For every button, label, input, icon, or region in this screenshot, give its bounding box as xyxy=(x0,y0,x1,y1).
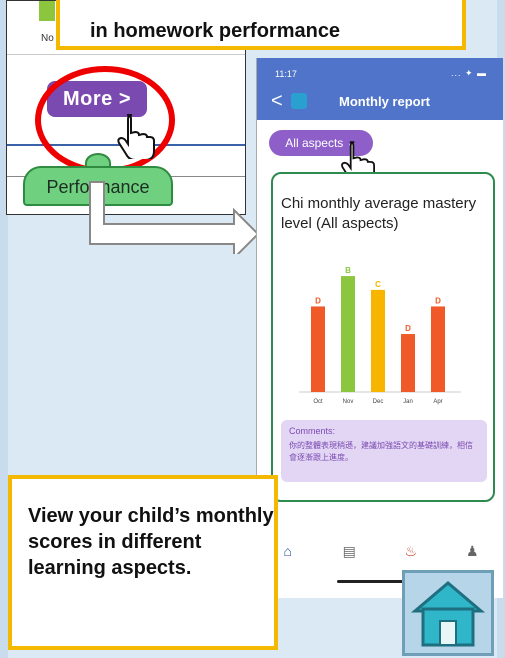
legend-swatch xyxy=(39,1,55,21)
list-icon[interactable]: ▤ xyxy=(334,543,364,560)
x-tick-oct: Oct xyxy=(313,399,323,405)
app-logo-icon xyxy=(291,93,307,109)
x-tick-jan: Jan xyxy=(403,399,413,405)
grade-label-dec: C xyxy=(375,280,381,289)
bar-apr xyxy=(431,306,445,392)
inset-label-fragment: No xyxy=(41,33,54,44)
bar-oct xyxy=(311,306,325,392)
page-title: Monthly report xyxy=(339,94,430,109)
bar-nov xyxy=(341,276,355,392)
bottom-caption: View your child’s monthly scores in diff… xyxy=(8,475,278,650)
comments-label: Comments: xyxy=(289,426,336,436)
x-tick-nov: Nov xyxy=(343,399,354,405)
x-tick-dec: Dec xyxy=(373,399,384,405)
report-card: Chi monthly average mastery level (All a… xyxy=(271,172,495,502)
bottom-nav: ⌂ ▤ ♨ ♟ xyxy=(257,536,503,566)
status-icons: ... ✦ ▬ xyxy=(450,68,487,78)
divider xyxy=(7,54,245,55)
grade-label-nov: B xyxy=(345,266,351,275)
back-icon[interactable]: < xyxy=(271,90,283,113)
grade-label-apr: D xyxy=(435,296,441,305)
bell-icon[interactable]: ♨ xyxy=(396,543,426,560)
comments-text: 你的整體表現稍遜，建議加強語文的基礎訓練，相信會逐漸跟上進度。 xyxy=(289,441,473,462)
home-button[interactable] xyxy=(402,570,494,656)
pointer-hand-icon xyxy=(117,114,155,159)
status-time: 11:17 xyxy=(275,69,297,79)
app-bar: < Monthly report xyxy=(257,84,503,120)
bar-dec xyxy=(371,289,385,392)
pointer-arrow-icon xyxy=(89,181,260,254)
mastery-bar-chart: D Oct B Nov C Dec D Jan D Apr xyxy=(299,266,461,405)
x-tick-apr: Apr xyxy=(433,399,442,405)
person-icon[interactable]: ♟ xyxy=(457,543,487,560)
bar-jan xyxy=(401,334,415,392)
top-caption: in homework performance xyxy=(56,0,466,50)
grade-label-jan: D xyxy=(405,324,411,333)
grade-label-oct: D xyxy=(315,296,321,305)
comments-box: Comments: 你的整體表現稍遜，建議加強語文的基礎訓練，相信會逐漸跟上進度… xyxy=(281,420,487,482)
phone-screen: 11:17 ... ✦ ▬ < Monthly report All aspec… xyxy=(256,58,503,598)
house-icon xyxy=(410,581,486,647)
card-title: Chi monthly average mastery level (All a… xyxy=(281,195,477,232)
status-bar: 11:17 ... ✦ ▬ xyxy=(257,58,503,84)
